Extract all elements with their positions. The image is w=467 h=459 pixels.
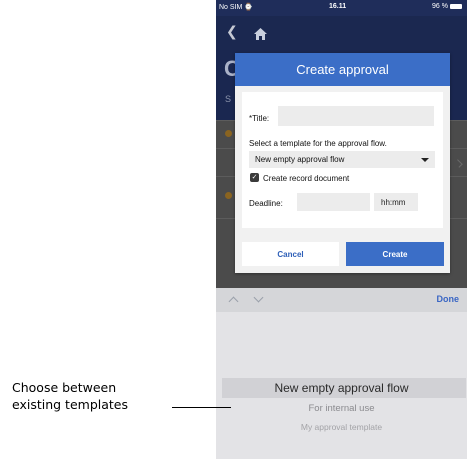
phone-screen: No SIM ⌚ 16.11 96 % ❮ C S Create approva… — [216, 0, 467, 459]
back-icon[interactable]: ❮ — [226, 24, 238, 40]
callout-line-1: Choose between — [12, 380, 117, 395]
dropdown-caret-icon — [421, 158, 429, 162]
home-icon[interactable] — [254, 25, 267, 44]
battery-status: 96 % — [432, 3, 462, 10]
done-button[interactable]: Done — [437, 294, 460, 304]
callout-pointer-line — [172, 407, 231, 408]
status-bar: No SIM ⌚ 16.11 96 % — [216, 0, 467, 16]
template-select[interactable]: New empty approval flow — [249, 151, 435, 168]
deadline-date-input[interactable] — [297, 193, 370, 211]
deadline-label: Deadline: — [249, 199, 283, 208]
cancel-button[interactable]: Cancel — [242, 242, 339, 266]
chevron-down-icon[interactable] — [253, 292, 264, 303]
nav-bar: ❮ — [216, 16, 467, 50]
template-prompt: Select a template for the approval flow. — [249, 139, 387, 148]
chevron-right-icon — [454, 159, 463, 168]
callout-annotation: Choose between existing templates — [12, 379, 128, 413]
status-time: 16.11 — [329, 3, 347, 10]
template-selected-value: New empty approval flow — [255, 155, 345, 164]
callout-line-2: existing templates — [12, 397, 128, 412]
folder-icon — [225, 130, 232, 137]
record-document-checkbox[interactable]: ✓ — [250, 173, 259, 182]
picker-toolbar: Done — [216, 288, 467, 312]
time-placeholder: hh:mm — [381, 198, 406, 207]
approval-form: *Title: Select a template for the approv… — [242, 92, 443, 228]
picker-option[interactable]: For internal use — [216, 403, 467, 414]
wifi-icon: ⌚ — [244, 4, 254, 11]
dialog-title: Create approval — [235, 53, 450, 86]
template-picker-wheel[interactable]: New empty approval flow For internal use… — [216, 312, 467, 459]
create-approval-dialog: Create approval *Title: Select a templat… — [235, 53, 450, 273]
battery-icon — [450, 3, 462, 9]
title-label: *Title: — [249, 114, 270, 123]
deadline-time-input[interactable]: hh:mm — [374, 193, 418, 211]
picker-option-selected[interactable]: New empty approval flow — [216, 381, 467, 395]
background-subtitle: S — [225, 94, 232, 104]
create-button[interactable]: Create — [346, 242, 444, 266]
record-document-label: Create record document — [263, 174, 350, 183]
carrier-label: No SIM ⌚ — [219, 4, 254, 11]
folder-icon — [225, 192, 232, 199]
title-input[interactable] — [278, 106, 434, 126]
picker-option[interactable]: My approval template — [216, 422, 467, 432]
chevron-up-icon[interactable] — [228, 296, 239, 307]
